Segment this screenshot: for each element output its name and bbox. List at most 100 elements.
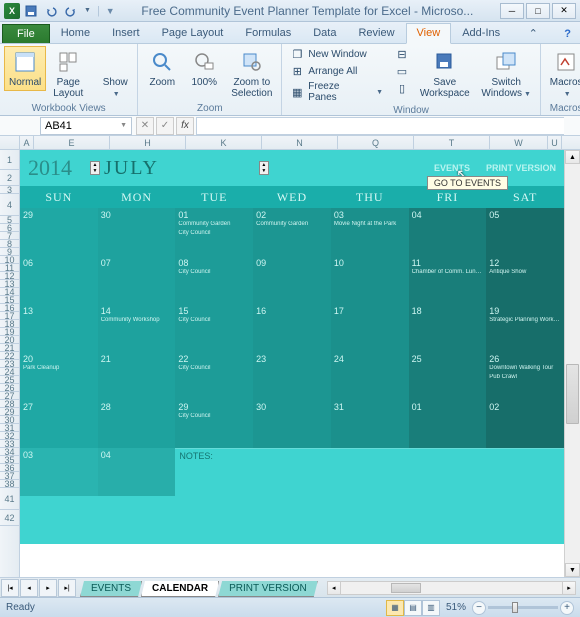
calendar-cell[interactable]: 15City Council <box>175 304 253 352</box>
split-button[interactable]: ⊟ <box>391 46 413 62</box>
month-spinner[interactable]: ▲▼ <box>259 161 269 175</box>
calendar-cell[interactable]: 09 <box>253 256 331 304</box>
calendar-cell[interactable]: 12Antique Show <box>486 256 564 304</box>
tab-scroll-prev[interactable]: ◂ <box>20 579 38 597</box>
sheet-tab-print-version[interactable]: PRINT VERSION <box>218 581 318 597</box>
zoom-out-button[interactable]: − <box>472 601 486 615</box>
zoom-to-selection-button[interactable]: Zoom to Selection <box>226 46 277 102</box>
calendar-cell[interactable]: 02 <box>486 400 564 448</box>
column-header[interactable]: T <box>414 136 490 149</box>
insert-function-button[interactable]: fx <box>176 117 194 135</box>
calendar-cell[interactable]: 14Community Workshop <box>98 304 176 352</box>
switch-windows-button[interactable]: Switch Windows▼ <box>477 46 536 102</box>
scroll-thumb[interactable] <box>391 583 421 593</box>
calendar-cell[interactable]: 29City Council <box>175 400 253 448</box>
macros-button[interactable]: Macros▼ <box>545 46 580 102</box>
qat-dropdown-icon[interactable]: ▼ <box>84 7 91 14</box>
column-header[interactable]: E <box>34 136 110 149</box>
ribbon-tab-page-layout[interactable]: Page Layout <box>151 23 235 43</box>
ribbon-tab-insert[interactable]: Insert <box>101 23 151 43</box>
scroll-track[interactable] <box>565 164 580 563</box>
ribbon-tab-review[interactable]: Review <box>347 23 405 43</box>
column-header[interactable]: H <box>110 136 186 149</box>
scroll-down-button[interactable]: ▼ <box>565 563 580 577</box>
normal-view-btn[interactable]: ▦ <box>386 600 404 616</box>
normal-view-button[interactable]: Normal <box>4 46 46 91</box>
calendar-cell[interactable]: 24 <box>331 352 409 400</box>
calendar-notes[interactable]: NOTES: <box>175 448 564 496</box>
qat-save-button[interactable] <box>22 2 40 20</box>
help-icon[interactable]: ? <box>561 25 574 43</box>
ribbon-tab-view[interactable]: View <box>406 23 452 44</box>
column-header[interactable]: W <box>490 136 548 149</box>
layout-view-btn[interactable]: ▤ <box>404 600 422 616</box>
calendar-cell[interactable]: 21 <box>98 352 176 400</box>
ribbon-tab-formulas[interactable]: Formulas <box>234 23 302 43</box>
tab-scroll-first[interactable]: |◂ <box>1 579 19 597</box>
ribbon-tab-add-ins[interactable]: Add-Ins <box>451 23 511 43</box>
file-tab[interactable]: File <box>2 24 50 43</box>
zoom-in-button[interactable]: + <box>560 601 574 615</box>
column-header[interactable]: A <box>20 136 34 149</box>
zoom-button[interactable]: Zoom <box>142 46 182 91</box>
page-layout-view-button[interactable]: Page Layout <box>48 46 88 102</box>
scroll-thumb[interactable] <box>566 364 579 424</box>
print-version-link[interactable]: PRINT VERSION <box>486 163 556 173</box>
new-window-button[interactable]: ❐New Window <box>286 46 387 62</box>
enter-formula-button[interactable]: ✓ <box>156 117 174 135</box>
calendar-cell[interactable]: 01Community GardenCity Council <box>175 208 253 256</box>
minimize-button[interactable]: ─ <box>500 3 524 19</box>
save-workspace-button[interactable]: Save Workspace <box>415 46 475 102</box>
tab-scroll-last[interactable]: ▸| <box>58 579 76 597</box>
calendar-cell[interactable]: 11Chamber of Comm. Luncheon <box>409 256 487 304</box>
calendar-cell[interactable]: 07 <box>98 256 176 304</box>
hide-button[interactable]: ▭ <box>391 63 413 79</box>
calendar-cell[interactable]: 03Movie Night at the Park <box>331 208 409 256</box>
row-header[interactable]: 42 <box>0 510 19 526</box>
calendar-cell[interactable]: 10 <box>331 256 409 304</box>
column-header[interactable]: U <box>548 136 562 149</box>
name-box[interactable]: AB41 ▼ <box>40 117 132 135</box>
row-header[interactable]: 41 <box>0 488 19 510</box>
zoom-percentage[interactable]: 51% <box>446 602 466 613</box>
calendar-cell[interactable]: 30 <box>253 400 331 448</box>
calendar-cell[interactable]: 26Downtown Walking TourPub Crawl <box>486 352 564 400</box>
calendar-cell[interactable]: 13 <box>20 304 98 352</box>
ribbon-tab-home[interactable]: Home <box>50 23 101 43</box>
calendar-cell[interactable]: 23 <box>253 352 331 400</box>
scroll-up-button[interactable]: ▲ <box>565 150 580 164</box>
row-header[interactable]: 1 <box>0 150 19 170</box>
sheet-tab-calendar[interactable]: CALENDAR <box>141 581 219 597</box>
pagebreak-view-btn[interactable]: ▥ <box>422 600 440 616</box>
calendar-cell[interactable]: 22City Council <box>175 352 253 400</box>
maximize-button[interactable]: □ <box>526 3 550 19</box>
calendar-cell[interactable]: 06 <box>20 256 98 304</box>
zoom-slider-thumb[interactable] <box>512 602 518 613</box>
year-spinner[interactable]: ▲▼ <box>90 161 100 175</box>
select-all-corner[interactable] <box>0 136 20 149</box>
calendar-cell[interactable]: 01 <box>409 400 487 448</box>
scroll-right-button[interactable]: ▸ <box>562 581 576 595</box>
column-header[interactable]: N <box>262 136 338 149</box>
calendar-cell[interactable]: 04 <box>409 208 487 256</box>
excel-app-icon[interactable]: X <box>4 3 20 19</box>
unhide-button[interactable]: ▯ <box>391 80 413 96</box>
column-header[interactable]: K <box>186 136 262 149</box>
calendar-cell[interactable]: 25 <box>409 352 487 400</box>
scroll-left-button[interactable]: ◂ <box>327 581 341 595</box>
calendar-cell[interactable]: 18 <box>409 304 487 352</box>
qat-undo-button[interactable] <box>42 2 60 20</box>
arrange-all-button[interactable]: ⊞Arrange All <box>286 63 387 79</box>
vertical-scrollbar[interactable]: ▲ ▼ <box>564 150 580 577</box>
calendar-cell[interactable]: 05 <box>486 208 564 256</box>
freeze-panes-button[interactable]: ▦Freeze Panes▼ <box>286 80 387 104</box>
sheet-canvas[interactable]: 2014 ▲▼ JULY ▲▼ EVENTS PRINT VERSION ↖ G… <box>20 150 564 577</box>
calendar-cell[interactable]: 19Strategic Planning Workshop <box>486 304 564 352</box>
calendar-cell[interactable]: 17 <box>331 304 409 352</box>
calendar-cell[interactable]: 28 <box>98 400 176 448</box>
zoom-slider[interactable] <box>488 606 558 609</box>
calendar-cell[interactable]: 02Community Garden <box>253 208 331 256</box>
cancel-formula-button[interactable]: ✕ <box>136 117 154 135</box>
horizontal-scrollbar[interactable]: ◂ ▸ <box>327 581 576 595</box>
row-header[interactable]: 3 <box>0 186 19 194</box>
